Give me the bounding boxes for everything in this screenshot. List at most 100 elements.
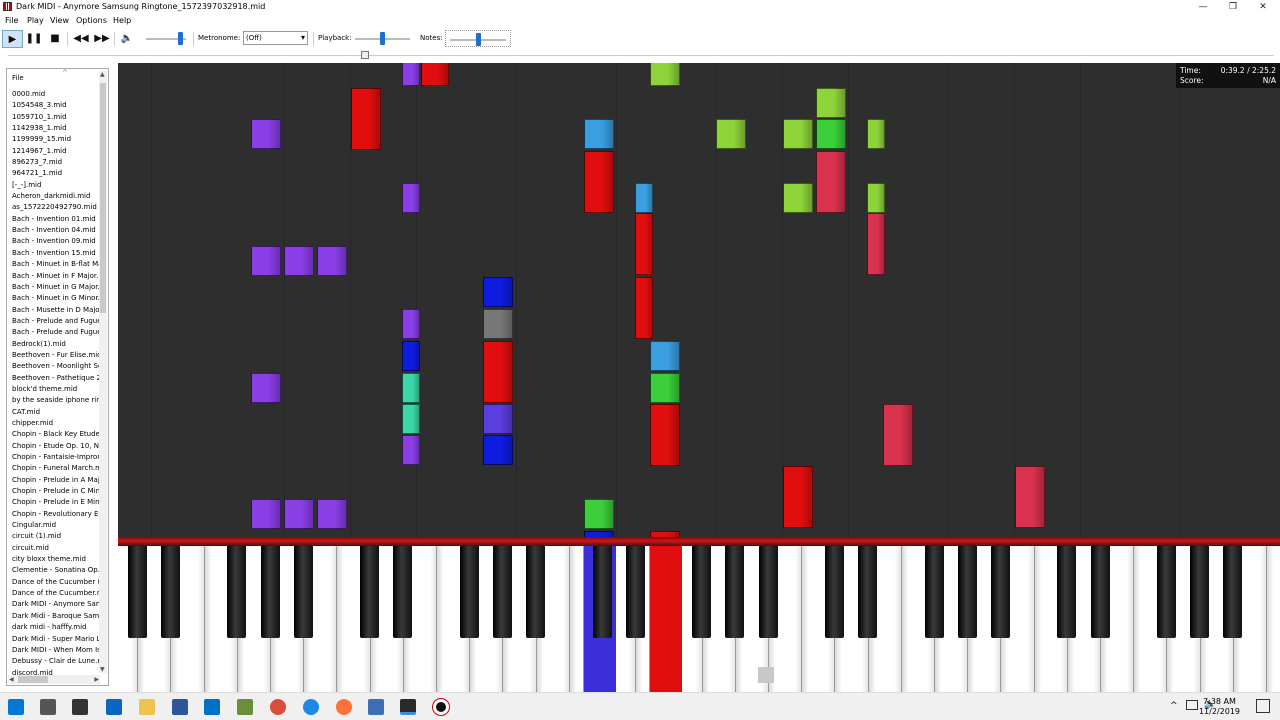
menu-help[interactable]: Help [113,16,131,25]
file-list-item[interactable]: Clementie - Sonatina Op. 3 [12,565,100,576]
file-column-header[interactable]: File [12,74,24,82]
piano-app-icon[interactable] [400,699,416,715]
stop-button[interactable]: ■ [46,30,64,48]
file-list-item[interactable]: Cingular.mid [12,520,100,531]
file-list-item[interactable]: CAT.mid [12,407,100,418]
close-icon[interactable]: ✕ [1246,0,1280,14]
file-list-item[interactable]: Bach - Invention 15.mid [12,248,100,259]
file-list-item[interactable]: Bach - Invention 04.mid [12,225,100,236]
minecraft-icon[interactable] [237,699,253,715]
song-progress-track[interactable] [8,55,1274,56]
file-list-item[interactable]: Dance of the Cucumber (1) [12,577,100,588]
black-key[interactable] [1057,546,1077,638]
file-list-item[interactable]: 1214967_1.mid [12,146,100,157]
volume-icon[interactable]: 🔈 [118,30,136,48]
black-key[interactable] [858,546,878,638]
black-key[interactable] [625,546,645,638]
file-list-item[interactable]: Dark MIDI - When Mom Isn [12,645,100,656]
file-explorer-icon[interactable] [139,699,155,715]
scroll-up-icon[interactable]: ▲ [100,71,105,78]
pressed-white-key[interactable] [649,546,682,692]
file-list-item[interactable]: circuit.mid [12,543,100,554]
file-list-item[interactable]: Beethoven - Pathetique 2n [12,373,100,384]
file-list-item[interactable]: Bach - Minuet in G Minor.m [12,293,100,304]
file-list-item[interactable]: [-_-].mid [12,180,100,191]
black-key[interactable] [492,546,512,638]
file-list-item[interactable]: Bach - Prelude and Fugue i [12,327,100,338]
file-list-item[interactable]: Bach - Minuet in B-flat Majo [12,259,100,270]
file-list-item[interactable]: Chopin - Prelude in A Major [12,475,100,486]
file-list-item[interactable]: Chopin - Revolutionary Etu [12,509,100,520]
black-key[interactable] [459,546,479,638]
file-list-item[interactable]: as_1572220492790.mid [12,202,100,213]
playback-speed-thumb[interactable] [380,32,385,45]
file-list-item[interactable]: Beethoven - Fur Elise.mid [12,350,100,361]
word-icon[interactable] [172,699,188,715]
network-icon[interactable] [1186,700,1198,710]
file-list-item[interactable]: 1199999_15.mid [12,134,100,145]
black-key[interactable] [957,546,977,638]
black-key[interactable] [160,546,180,638]
notes-slider-thumb[interactable] [476,33,481,46]
file-list-item[interactable]: Acheron_darkmidi.mid [12,191,100,202]
vertical-scrollbar[interactable]: ▲ ▼ [99,71,107,673]
menu-view[interactable]: View [50,16,69,25]
horizontal-scrollbar[interactable]: ◀ ▶ [8,675,100,684]
tray-chevron-icon[interactable]: ^ [1170,701,1178,711]
play-button[interactable]: ▶ [2,30,23,48]
file-list-item[interactable]: 1059710_1.mid [12,112,100,123]
black-key[interactable] [393,546,413,638]
black-key[interactable] [127,546,147,638]
black-key[interactable] [1090,546,1110,638]
firefox-icon[interactable] [336,699,352,715]
black-key[interactable] [692,546,712,638]
black-key[interactable] [260,546,280,638]
file-list-item[interactable]: Bach - Invention 09.mid [12,236,100,247]
file-list-item[interactable]: Chopin - Etude Op. 10, No [12,441,100,452]
file-list-item[interactable]: city bloxx theme.mid [12,554,100,565]
rewind-button[interactable]: ◀◀ [72,30,90,48]
notes-slider-box[interactable] [445,30,511,47]
minimize-icon[interactable]: — [1186,0,1220,14]
file-list-item[interactable]: Chopin - Prelude in C Minor [12,486,100,497]
file-list-item[interactable]: Dark MIDI - Anymore Sams [12,599,100,610]
black-key[interactable] [1156,546,1176,638]
menu-play[interactable]: Play [27,16,44,25]
black-key[interactable] [592,546,612,638]
black-key[interactable] [227,546,247,638]
start-icon[interactable] [8,699,24,715]
vertical-scrollbar-thumb[interactable] [100,83,106,313]
file-list-item[interactable]: Chopin - Prelude in E Minor [12,497,100,508]
file-list-item[interactable]: Beethoven - Moonlight Son [12,361,100,372]
file-list-item[interactable]: 1142938_1.mid [12,123,100,134]
file-list-item[interactable]: Bach - Minuet in F Major.m [12,271,100,282]
file-list-item[interactable]: 1054548_3.mid [12,100,100,111]
file-list-item[interactable]: by the seaside iphone ring [12,395,100,406]
file-list-item[interactable]: Dark Midi - Super Mario Lar [12,634,100,645]
file-list-item[interactable]: Debussy - Clair de Lune.mi [12,656,100,667]
scroll-down-icon[interactable]: ▼ [100,666,105,673]
file-list-item[interactable]: chipper.mid [12,418,100,429]
outlook-icon[interactable] [204,699,220,715]
black-key[interactable] [725,546,745,638]
file-list-item[interactable]: Chopin - Fantaisie-Impromp [12,452,100,463]
edge-icon[interactable] [303,699,319,715]
chrome-icon[interactable] [270,699,286,715]
file-list-item[interactable]: 896273_7.mid [12,157,100,168]
tray-clock[interactable]: 7:38 AM 11/2/2019 [1199,697,1240,717]
file-list-item[interactable]: dark midi - hafffy.mid [12,622,100,633]
file-list-item[interactable]: Chopin - Black Key Etude.m [12,429,100,440]
black-key[interactable] [924,546,944,638]
file-list-item[interactable]: Bedrock(1).mid [12,339,100,350]
fast-forward-button[interactable]: ▶▶ [93,30,111,48]
black-key[interactable] [824,546,844,638]
file-list-item[interactable]: Chopin - Funeral March.mi [12,463,100,474]
black-key[interactable] [526,546,546,638]
black-key[interactable] [1223,546,1243,638]
taskbar-app-icon[interactable] [368,699,384,715]
task-view-icon[interactable] [40,699,56,715]
file-list-item[interactable]: Dance of the Cucumber.mi [12,588,100,599]
scroll-left-icon[interactable]: ◀ [9,676,14,683]
menu-file[interactable]: File [5,16,18,25]
metronome-select[interactable]: (Off) [243,31,308,45]
